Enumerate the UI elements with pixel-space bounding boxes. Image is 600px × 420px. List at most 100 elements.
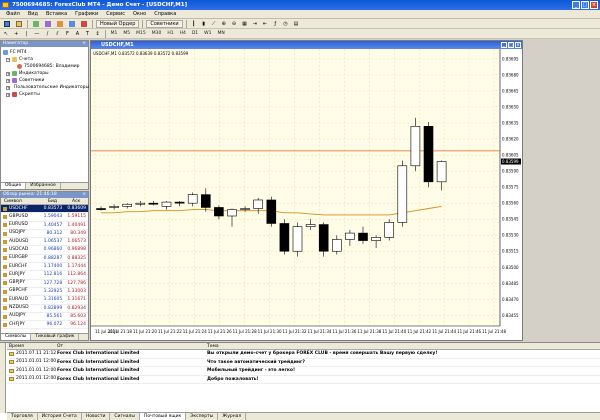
terminal-tab[interactable]: Журнал xyxy=(218,413,247,420)
terminal-tab[interactable]: Почтовый ящик xyxy=(139,413,187,420)
menu-insert[interactable]: Вставка xyxy=(42,10,71,19)
candle-body[interactable] xyxy=(436,161,447,183)
candle-body[interactable] xyxy=(201,194,211,208)
column-time[interactable]: Время xyxy=(7,343,57,349)
timeframe-mn-button[interactable]: MN xyxy=(215,30,226,38)
timeframe-d1-button[interactable]: D1 xyxy=(190,30,200,38)
column-symbol[interactable]: Символ xyxy=(1,198,41,204)
candle-body[interactable] xyxy=(371,237,381,241)
menu-file[interactable]: Файл xyxy=(2,10,24,19)
experts-button[interactable]: Советники xyxy=(146,19,183,28)
fibonacci-icon[interactable]: F xyxy=(63,30,71,38)
tab-symbols[interactable]: Символы xyxy=(1,334,32,340)
timeframe-m15-button[interactable]: M15 xyxy=(134,30,148,38)
menu-help[interactable]: Справка xyxy=(150,10,180,19)
menu-tools[interactable]: Сервис xyxy=(102,10,129,19)
crosshair-icon[interactable]: + xyxy=(12,30,20,38)
timeframe-m5-button[interactable]: M5 xyxy=(121,30,132,38)
column-from[interactable]: От xyxy=(57,343,207,349)
timeframe-m30-button[interactable]: M30 xyxy=(150,30,164,38)
candle-body[interactable] xyxy=(332,239,342,252)
tree-item-scripts[interactable]: + Скрипты xyxy=(3,91,86,98)
candle-body[interactable] xyxy=(214,207,224,217)
terminal-tab[interactable]: Торговля xyxy=(7,413,38,420)
expand-icon[interactable]: + xyxy=(6,78,10,83)
candle-body[interactable] xyxy=(122,203,133,207)
candle-chart-icon[interactable]: ▮ xyxy=(200,20,208,28)
mailbox-row[interactable]: 2011.07.11 21:12 Forex Club International… xyxy=(7,350,600,359)
candle-body[interactable] xyxy=(292,226,303,252)
market-watch-close-icon[interactable]: × xyxy=(82,192,86,198)
trendline-icon[interactable]: / xyxy=(43,30,51,38)
candle-body[interactable] xyxy=(174,201,185,204)
terminal-tab[interactable]: История Счета xyxy=(38,413,82,420)
candle-body[interactable] xyxy=(253,199,263,209)
menu-view[interactable]: Вид xyxy=(24,10,42,19)
candle-body[interactable] xyxy=(161,201,172,207)
close-button[interactable]: × xyxy=(590,1,598,9)
vertical-line-icon[interactable]: | xyxy=(22,30,30,38)
candle-body[interactable] xyxy=(279,223,290,252)
zoom-in-icon[interactable]: ⊕ xyxy=(220,20,228,28)
candle-body[interactable] xyxy=(345,232,355,240)
candle-body[interactable] xyxy=(227,209,237,217)
expand-icon[interactable]: + xyxy=(6,85,10,90)
zoom-out-icon[interactable]: ⊖ xyxy=(230,20,238,28)
candle-body[interactable] xyxy=(358,232,368,241)
candle-body[interactable] xyxy=(240,208,250,210)
expand-icon[interactable]: + xyxy=(6,71,10,76)
navigator-icon[interactable] xyxy=(55,20,65,28)
strategy-tester-icon[interactable] xyxy=(79,20,89,28)
mailbox-row[interactable]: 2011.01.01 12:00 Forex Club International… xyxy=(7,359,600,367)
timeframe-w1-button[interactable]: W1 xyxy=(202,30,213,38)
window-titlebar[interactable]: 7500694685: ForexClub MT4 - Демо Счет - … xyxy=(0,0,600,10)
terminal-icon[interactable] xyxy=(67,20,77,28)
bar-chart-icon[interactable]: ┃ xyxy=(190,20,198,28)
column-bid[interactable]: Бид xyxy=(41,198,65,204)
terminal-tab[interactable]: Эксперты xyxy=(186,413,219,420)
tab-favorites[interactable]: Избранное xyxy=(26,183,61,189)
profiles-icon[interactable] xyxy=(14,20,24,28)
mailbox-row[interactable]: 2011.01.01 12:00 Forex Club International… xyxy=(7,367,600,376)
candle-body[interactable] xyxy=(305,224,316,227)
column-ask[interactable]: Аск xyxy=(64,198,88,204)
new-order-button[interactable]: Новый Ордер xyxy=(96,19,140,28)
candle-body[interactable] xyxy=(318,224,329,252)
tree-item-accounts[interactable]: − Счета xyxy=(3,56,86,63)
candle-body[interactable] xyxy=(135,202,146,205)
chart-window-titlebar[interactable]: USDCHF,M1 _ □ × xyxy=(91,41,522,49)
chart-minimize-button[interactable]: _ xyxy=(501,42,507,48)
tree-item-indicators[interactable]: + Индикаторы xyxy=(3,70,86,77)
terminal-tab[interactable]: Новости xyxy=(82,413,111,420)
tree-item-experts[interactable]: + Советники xyxy=(3,77,86,84)
new-chart-icon[interactable] xyxy=(2,20,12,28)
mailbox-row[interactable]: 2011.01.01 12:00 Forex Club International… xyxy=(7,376,600,384)
candlestick-chart[interactable]: 0.83695 0.83680 0.83665 0.83650 0.83635 0.836… xyxy=(91,49,522,340)
text-icon[interactable]: A xyxy=(73,30,81,38)
timeframe-h1-button[interactable]: H1 xyxy=(165,30,175,38)
cursor-icon[interactable]: ↖ xyxy=(2,30,10,38)
column-subject[interactable]: Тема xyxy=(207,343,219,349)
tree-item-root[interactable]: FC MT4 xyxy=(3,49,86,56)
candle-body[interactable] xyxy=(148,202,159,205)
maximize-button[interactable]: □ xyxy=(581,1,589,9)
tab-tick-chart[interactable]: Тиковый график xyxy=(31,334,80,340)
chart-close-button[interactable]: × xyxy=(515,42,521,48)
chart-plot-area[interactable]: 0.83695 0.83680 0.83665 0.83650 0.83635 0.836… xyxy=(91,49,522,340)
tree-item-custom-indicators[interactable]: + Пользовательские Индикаторы xyxy=(3,84,89,91)
candle-body[interactable] xyxy=(96,208,106,210)
candle-body[interactable] xyxy=(266,199,277,224)
arrows-icon[interactable]: ↕ xyxy=(93,30,101,38)
candle-body[interactable] xyxy=(384,222,395,238)
tile-windows-icon[interactable]: ▦ xyxy=(240,20,249,28)
terminal-tab[interactable]: Сигналы xyxy=(110,413,140,420)
timeframe-h4-button[interactable]: H4 xyxy=(178,30,188,38)
templates-icon[interactable]: ▤ xyxy=(292,20,301,28)
menu-charts[interactable]: Графики xyxy=(71,10,102,19)
market-watch-row[interactable]: CHFJPY 96.072 96.124 xyxy=(1,321,88,330)
line-chart-icon[interactable]: ⟋ xyxy=(210,20,218,28)
expand-icon[interactable]: + xyxy=(6,92,10,97)
tree-item-account[interactable]: 7500694685: Владимир xyxy=(3,63,86,70)
data-window-icon[interactable] xyxy=(43,20,53,28)
channel-icon[interactable]: ⫽ xyxy=(53,30,61,38)
